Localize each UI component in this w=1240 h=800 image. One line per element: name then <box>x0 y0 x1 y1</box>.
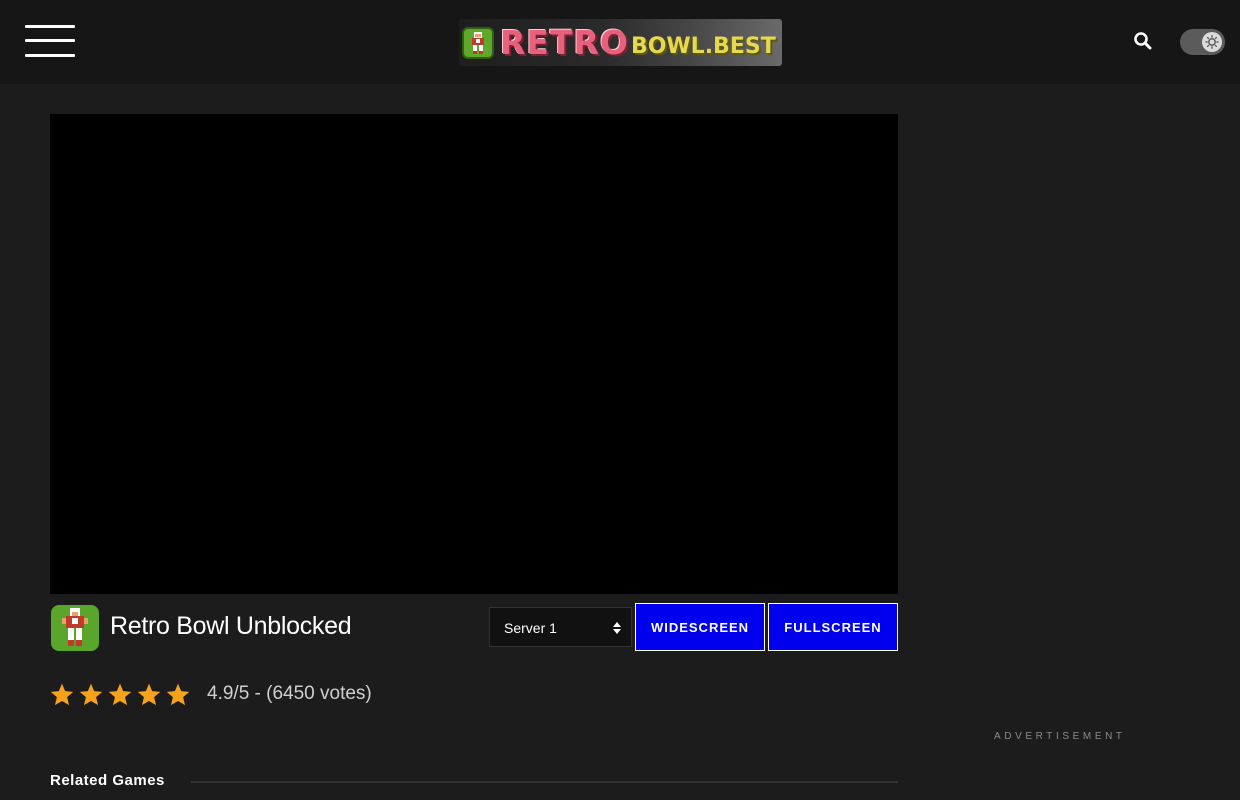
star-icon[interactable] <box>78 682 104 708</box>
game-icon <box>51 605 99 651</box>
advertisement-label: ADVERTISEMENT <box>994 731 1126 742</box>
server-select-value: Server 1 <box>504 620 557 636</box>
theme-toggle[interactable] <box>1180 29 1225 55</box>
menu-bar <box>25 39 75 42</box>
fullscreen-button[interactable]: FULLSCREEN <box>768 603 898 651</box>
widescreen-button[interactable]: WIDESCREEN <box>635 603 765 651</box>
divider <box>191 781 898 783</box>
star-icon[interactable] <box>165 682 191 708</box>
star-icon[interactable] <box>107 682 133 708</box>
site-header: RETRO BOWL.BEST <box>0 0 1240 84</box>
site-logo[interactable]: RETRO BOWL.BEST <box>459 19 782 66</box>
logo-domain-text: BOWL.BEST <box>630 33 776 59</box>
select-arrows-icon <box>612 620 622 636</box>
server-select[interactable]: Server 1 <box>489 607 632 647</box>
related-games-heading: Related Games <box>50 772 165 789</box>
logo-retro-text: RETRO <box>500 23 629 62</box>
player-icon <box>462 26 494 59</box>
game-title: Retro Bowl Unblocked <box>110 612 352 640</box>
menu-bar <box>25 25 75 28</box>
search-icon[interactable] <box>1133 31 1153 51</box>
menu-bar <box>25 54 75 57</box>
menu-icon[interactable] <box>25 24 75 58</box>
rating-stars[interactable] <box>49 682 194 708</box>
star-icon[interactable] <box>136 682 162 708</box>
star-icon[interactable] <box>49 682 75 708</box>
game-frame[interactable] <box>50 114 898 594</box>
sun-icon <box>1202 32 1222 52</box>
rating-text: 4.9/5 - (6450 votes) <box>207 683 372 704</box>
